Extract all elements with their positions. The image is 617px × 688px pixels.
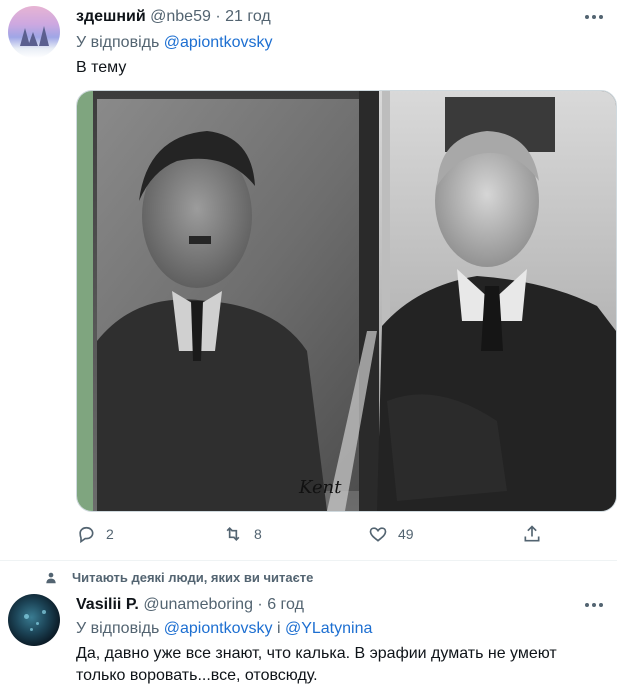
tweet-header: Vasilii P. @unameboring · 6 год [76, 596, 304, 614]
share-icon [524, 525, 540, 542]
reply-context: У відповідь @apiontkovsky [76, 34, 272, 52]
tweet-text: Да, давно уже все знают, что калька. В э… [76, 643, 557, 687]
author-handle[interactable]: @unameboring [143, 596, 253, 613]
more-icon[interactable] [585, 14, 603, 20]
avatar[interactable] [8, 594, 60, 646]
separator: · [215, 8, 221, 25]
reply-prefix: У відповідь [76, 620, 160, 637]
image-signature: Kent [298, 477, 342, 498]
reply-context: У відповідь @apiontkovsky і @YLatynina [76, 620, 372, 638]
timestamp[interactable]: 6 год [267, 596, 304, 613]
retweet-count: 8 [254, 526, 262, 542]
tweet-image[interactable]: Kent [76, 90, 617, 512]
like-icon [369, 527, 387, 542]
tweet[interactable]: здешний @nbe59 · 21 год У відповідь @api… [0, 0, 617, 560]
timestamp[interactable]: 21 год [225, 8, 271, 25]
photo-train-window: Kent [77, 91, 616, 511]
share-button[interactable] [522, 524, 542, 544]
like-button[interactable]: 49 [368, 524, 414, 544]
reply-mention[interactable]: @YLatynina [285, 620, 372, 637]
reply-count: 2 [106, 526, 114, 542]
retweet-button[interactable]: 8 [222, 524, 262, 544]
more-icon[interactable] [585, 602, 603, 608]
reply-mention[interactable]: @apiontkovsky [164, 34, 273, 51]
reply-button[interactable]: 2 [76, 524, 114, 544]
reply-prefix: У відповідь [76, 34, 160, 51]
tweet-text-line: только воровать...все, отовсюду. [76, 667, 318, 684]
tweet-text: В тему [76, 59, 127, 76]
reply-icon [79, 526, 94, 544]
reply-and: і [276, 620, 281, 637]
author-name[interactable]: Vasilii P. [76, 596, 139, 613]
author-name[interactable]: здешний [76, 8, 146, 25]
like-count: 49 [398, 526, 414, 542]
tweet-actions: 2 8 49 [76, 524, 596, 550]
tweet-text-line: Да, давно уже все знают, что калька. В э… [76, 645, 557, 662]
retweet-icon [226, 526, 240, 542]
reply-mention[interactable]: @apiontkovsky [164, 620, 273, 637]
tweet-header: здешний @nbe59 · 21 год [76, 8, 271, 26]
separator: · [257, 596, 263, 613]
avatar[interactable] [8, 6, 60, 58]
author-handle[interactable]: @nbe59 [150, 8, 211, 25]
